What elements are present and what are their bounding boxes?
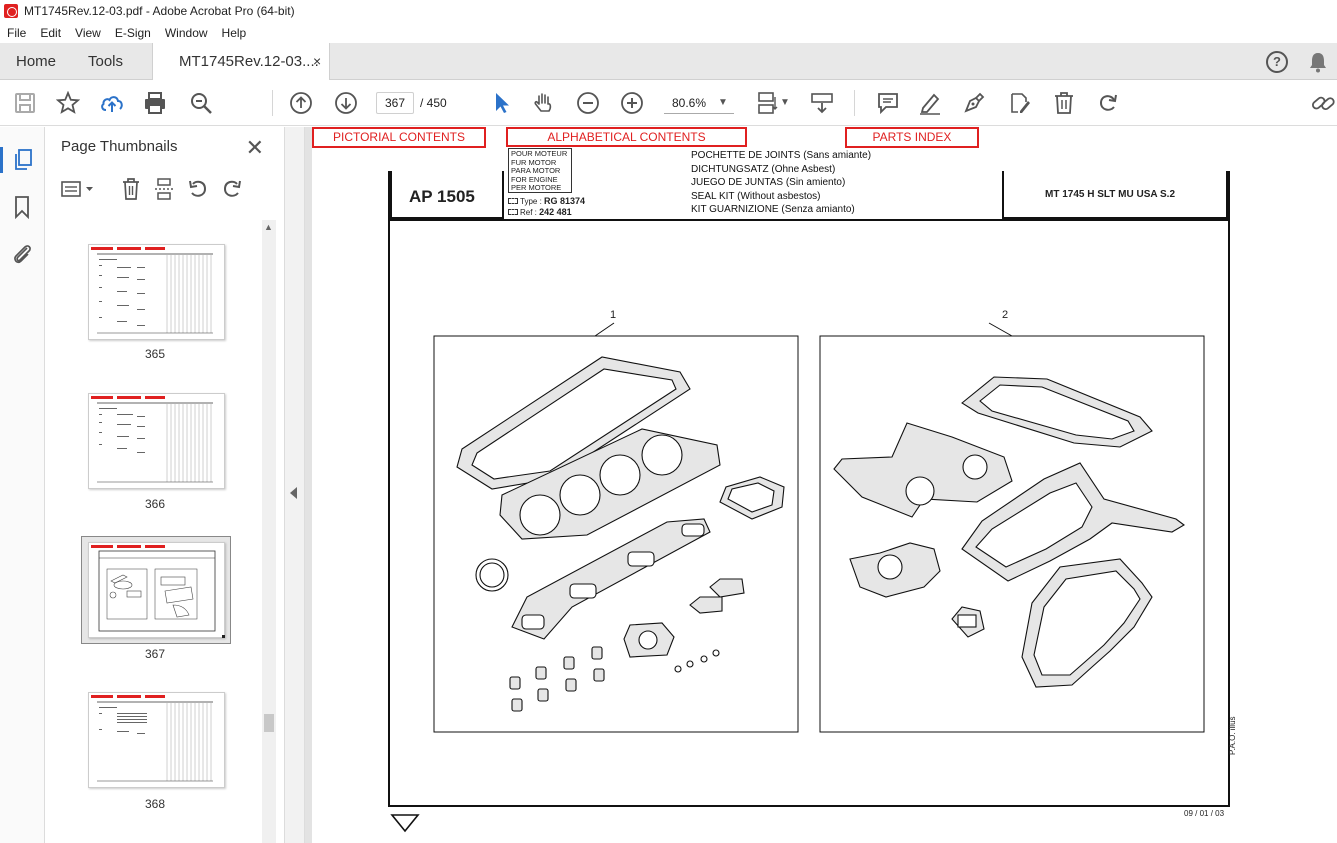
thumbnail-preview: [91, 545, 225, 638]
tab-document-label: MT1745Rev.12-03....: [179, 53, 319, 70]
extract-pages-icon[interactable]: [154, 178, 176, 200]
thumbnail-label: 368: [144, 797, 166, 811]
panel-title: Page Thumbnails: [61, 138, 178, 155]
next-page-icon[interactable]: [334, 91, 358, 115]
thumbnail-label: 366: [144, 497, 166, 511]
zoom-level-input[interactable]: 80.6%: [664, 92, 734, 114]
menu-help[interactable]: Help: [215, 26, 254, 40]
page-layout-icon[interactable]: [756, 91, 780, 115]
head-gasket-kit: [456, 356, 785, 712]
thumbnail-scrollbar[interactable]: [262, 220, 276, 843]
thumbnail-page-366[interactable]: [88, 393, 225, 489]
gasket-illustration: [433, 322, 1205, 733]
thumbnail-preview: [91, 396, 213, 483]
down-arrow-icon[interactable]: [390, 813, 420, 833]
lower-gasket-kit: [833, 376, 1185, 688]
zoom-in-icon[interactable]: [620, 91, 644, 115]
scroll-up-icon[interactable]: ▲: [264, 222, 273, 232]
rotate-ccw-icon[interactable]: [187, 178, 209, 200]
delete-pages-icon[interactable]: [121, 178, 141, 200]
acrobat-icon: [4, 4, 18, 18]
zoom-out-icon[interactable]: [576, 91, 600, 115]
thumbnail-panel: Page Thumbnails ✕ ▲ 365 366 367 368: [45, 127, 285, 843]
thumbnail-label: 367: [144, 647, 166, 661]
toolbar-separator: [272, 90, 273, 116]
panel-collapse-bar[interactable]: [285, 127, 305, 843]
thumbnail-page-368[interactable]: [88, 692, 225, 788]
scroll-mode-icon[interactable]: [810, 91, 834, 115]
page-thumbnails-icon[interactable]: [12, 148, 34, 172]
delete-icon[interactable]: [1052, 91, 1076, 115]
comment-icon[interactable]: [876, 91, 900, 115]
bell-icon[interactable]: [1308, 51, 1328, 73]
previous-page-icon[interactable]: [289, 91, 313, 115]
share-link-icon[interactable]: [1311, 91, 1335, 115]
print-icon[interactable]: [143, 91, 167, 115]
thumbnail-page-367[interactable]: [88, 542, 225, 638]
tab-home[interactable]: Home: [16, 43, 56, 80]
menu-view[interactable]: View: [68, 26, 108, 40]
tab-tools[interactable]: Tools: [88, 43, 123, 80]
tab-document[interactable]: MT1745Rev.12-03.... ×: [152, 43, 330, 81]
menu-file[interactable]: File: [0, 26, 33, 40]
thumbnail-preview: [91, 247, 213, 334]
edit-pdf-icon[interactable]: [1008, 91, 1032, 115]
thumbnail-options-icon[interactable]: [61, 179, 97, 199]
document-view[interactable]: PICTORIAL CONTENTS ALPHABETICAL CONTENTS…: [305, 127, 1337, 843]
page-number-input[interactable]: 367: [376, 92, 414, 114]
select-cursor-icon[interactable]: [490, 91, 514, 115]
highlight-pen-icon[interactable]: [918, 91, 942, 115]
redo-icon[interactable]: [1096, 91, 1120, 115]
pdf-page: PICTORIAL CONTENTS ALPHABETICAL CONTENTS…: [312, 127, 1337, 843]
revision-date: 09 / 01 / 03: [1184, 809, 1225, 818]
hand-tool-icon[interactable]: [532, 91, 556, 115]
rotate-cw-icon[interactable]: [221, 178, 243, 200]
page-total: / 450: [420, 96, 447, 110]
toolbar-separator: [854, 90, 855, 116]
bookmark-icon[interactable]: [13, 195, 31, 219]
title-bar: MT1745Rev.12-03.pdf - Adobe Acrobat Pro …: [0, 0, 1337, 22]
collapse-arrow-icon[interactable]: [290, 487, 298, 499]
menu-window[interactable]: Window: [158, 26, 215, 40]
menu-esign[interactable]: E-Sign: [108, 26, 158, 40]
thumbnail-preview: [91, 695, 213, 782]
save-icon[interactable]: [13, 91, 37, 115]
active-indicator: [0, 147, 3, 173]
help-icon[interactable]: ?: [1266, 51, 1288, 73]
tab-bar: Home Tools MT1745Rev.12-03.... × ?: [0, 43, 1337, 81]
thumbnail-label: 365: [144, 347, 166, 361]
tab-close-icon[interactable]: ×: [313, 43, 321, 80]
layout-dropdown-icon[interactable]: ▼: [780, 97, 790, 108]
star-icon[interactable]: [55, 90, 81, 115]
menu-edit[interactable]: Edit: [33, 26, 68, 40]
thumbnail-page-365[interactable]: [88, 244, 225, 340]
scrollbar-thumb[interactable]: [264, 714, 274, 732]
cloud-upload-icon[interactable]: [100, 91, 124, 115]
window-title: MT1745Rev.12-03.pdf - Adobe Acrobat Pro …: [24, 4, 295, 18]
sign-pen-icon[interactable]: [962, 91, 986, 115]
side-note: P.A.O. illus: [1228, 716, 1237, 755]
close-panel-icon[interactable]: ✕: [246, 135, 264, 161]
left-rail: [0, 127, 45, 843]
menu-bar: File Edit View E-Sign Window Help: [0, 22, 1337, 43]
zoom-search-icon[interactable]: [189, 91, 213, 115]
attachment-icon[interactable]: [11, 241, 33, 267]
